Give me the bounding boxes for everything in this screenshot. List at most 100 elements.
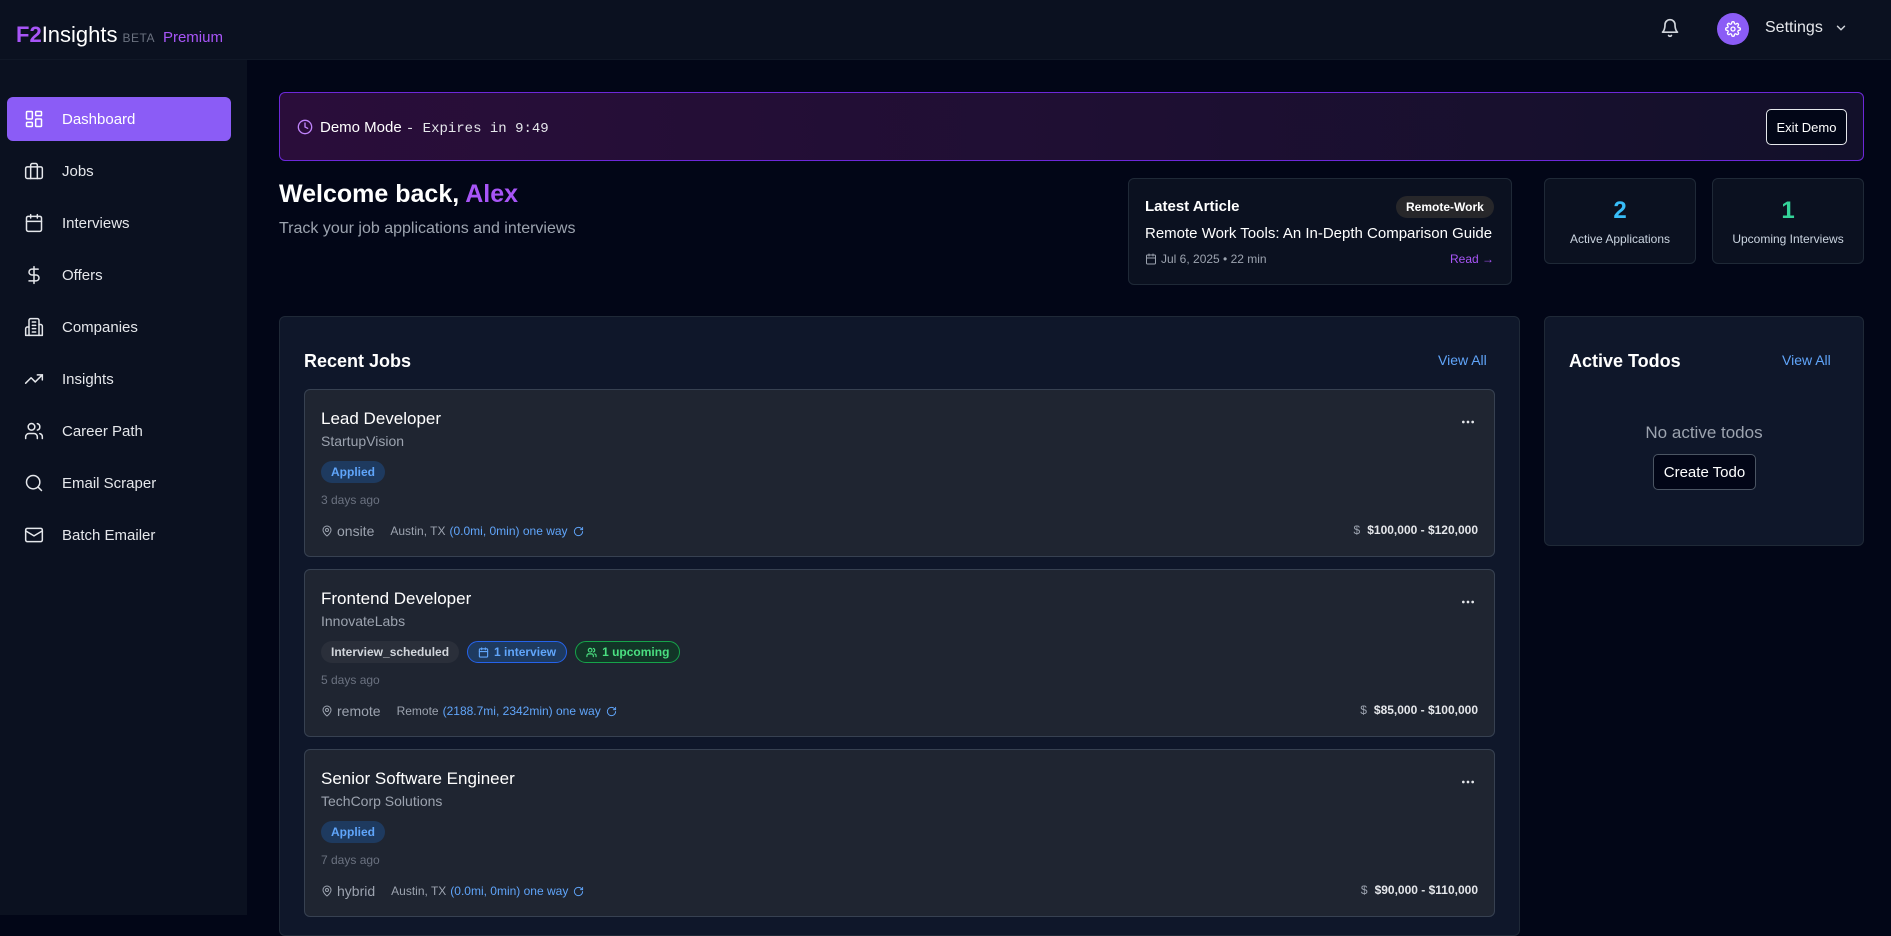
sidebar-item-career-path[interactable]: Career Path xyxy=(7,409,231,453)
status-badge: Interview_scheduled xyxy=(321,641,460,663)
stat-upcoming-interviews[interactable]: 1 Upcoming Interviews xyxy=(1712,178,1864,264)
location-text: Austin, TX xyxy=(391,884,447,898)
top-bar: F2 Insights BETA Premium Settings xyxy=(0,0,1891,60)
status-badge: Applied xyxy=(321,461,385,483)
job-card[interactable]: Frontend Developer InnovateLabs Intervie… xyxy=(304,569,1495,737)
job-title[interactable]: Lead Developer xyxy=(321,409,441,429)
recent-jobs-panel: Recent Jobs View All Lead Developer Star… xyxy=(279,316,1520,936)
job-location: remote Remote (2188.7mi, 2342min) one wa… xyxy=(321,703,621,719)
premium-badge: Premium xyxy=(162,29,223,46)
salary-range: $90,000 - $110,000 xyxy=(1374,883,1478,897)
article-title[interactable]: Remote Work Tools: An In-Depth Compariso… xyxy=(1145,225,1492,242)
job-badges: Applied xyxy=(321,461,385,483)
briefcase-icon xyxy=(24,162,44,180)
sidebar-item-dashboard[interactable]: Dashboard xyxy=(7,97,231,141)
chevron-down-icon[interactable] xyxy=(1834,21,1848,35)
sidebar-item-label: Interviews xyxy=(62,214,130,232)
more-options-icon[interactable] xyxy=(1460,594,1476,610)
read-article-link[interactable]: Read → xyxy=(1450,252,1494,266)
job-salary: $ $85,000 - $100,000 xyxy=(1360,703,1478,717)
article-date: Jul 6, 2025 • 22 min xyxy=(1161,252,1267,266)
demo-banner: Demo Mode - Expires in 9:49 Exit Demo xyxy=(279,92,1864,161)
mail-icon xyxy=(24,527,44,543)
job-salary: $ $90,000 - $110,000 xyxy=(1361,883,1478,897)
stat-value: 2 xyxy=(1613,197,1627,224)
search-icon xyxy=(25,474,43,492)
job-card[interactable]: Lead Developer StartupVision Applied 3 d… xyxy=(304,389,1495,557)
beta-badge: BETA xyxy=(122,31,155,45)
sidebar-item-insights[interactable]: Insights xyxy=(7,357,231,401)
badge-label: 1 interview xyxy=(494,645,557,659)
job-location: hybrid Austin, TX (0.0mi, 0min) one way xyxy=(321,883,588,899)
job-title[interactable]: Frontend Developer xyxy=(321,589,471,609)
active-todos-title: Active Todos xyxy=(1569,351,1681,371)
settings-label[interactable]: Settings xyxy=(1765,19,1823,37)
demo-text: Demo Mode - Expires in 9:49 xyxy=(320,119,549,137)
sidebar-item-email-scraper[interactable]: Email Scraper xyxy=(7,461,231,505)
sidebar-item-batch-emailer[interactable]: Batch Emailer xyxy=(7,513,231,557)
commute-distance[interactable]: (2188.7mi, 2342min) one way xyxy=(443,704,601,718)
work-mode: hybrid xyxy=(337,883,376,899)
empty-state-text: No active todos xyxy=(1645,423,1763,442)
avatar[interactable] xyxy=(1717,13,1749,45)
job-company: InnovateLabs xyxy=(321,613,406,629)
page-title: Welcome back, Alex xyxy=(279,180,518,209)
refresh-icon[interactable] xyxy=(606,706,617,717)
active-todos-panel: Active Todos View All No active todos Cr… xyxy=(1544,316,1864,546)
article-meta: Jul 6, 2025 • 22 min xyxy=(1145,252,1267,266)
exit-demo-button[interactable]: Exit Demo xyxy=(1766,109,1847,145)
more-options-icon[interactable] xyxy=(1460,414,1476,430)
latest-article-card[interactable]: Latest Article Remote-Work Remote Work T… xyxy=(1128,178,1512,285)
job-badges: Applied xyxy=(321,821,385,843)
view-all-jobs-link[interactable]: View All xyxy=(1438,352,1487,368)
location-text: Remote xyxy=(396,704,439,718)
job-title[interactable]: Senior Software Engineer xyxy=(321,769,515,789)
sidebar-item-label: Dashboard xyxy=(62,110,136,128)
dollar-icon xyxy=(28,265,40,285)
sidebar-item-label: Email Scraper xyxy=(62,474,157,492)
more-options-icon[interactable] xyxy=(1460,774,1476,790)
create-todo-button[interactable]: Create Todo xyxy=(1653,454,1756,490)
upcoming-badge: 1 upcoming xyxy=(575,641,681,663)
view-all-todos-link[interactable]: View All xyxy=(1782,352,1831,368)
user-name: Alex xyxy=(465,180,519,208)
sidebar: Dashboard Jobs Interviews Offers Compani… xyxy=(0,60,247,915)
calendar-icon xyxy=(478,646,489,658)
sidebar-item-label: Insights xyxy=(62,370,114,388)
badge-label: 1 upcoming xyxy=(602,645,670,659)
sidebar-item-jobs[interactable]: Jobs xyxy=(7,149,231,193)
work-mode: onsite xyxy=(337,523,375,539)
job-card[interactable]: Senior Software Engineer TechCorp Soluti… xyxy=(304,749,1495,917)
logo[interactable]: F2 Insights BETA Premium xyxy=(16,22,223,48)
sidebar-item-interviews[interactable]: Interviews xyxy=(7,201,231,245)
demo-expires: - Expires in 9:49 xyxy=(405,121,549,137)
map-pin-icon xyxy=(322,525,332,537)
welcome-prefix: Welcome back, xyxy=(279,180,466,208)
article-tag: Remote-Work xyxy=(1396,196,1494,218)
commute-distance[interactable]: (0.0mi, 0min) one way xyxy=(450,524,568,538)
commute-distance[interactable]: (0.0mi, 0min) one way xyxy=(450,884,568,898)
sidebar-item-offers[interactable]: Offers xyxy=(7,253,231,297)
stat-label: Upcoming Interviews xyxy=(1732,232,1844,246)
sidebar-item-label: Offers xyxy=(62,266,103,284)
article-label: Latest Article xyxy=(1145,198,1240,215)
sidebar-item-label: Batch Emailer xyxy=(62,526,156,544)
interview-count-badge: 1 interview xyxy=(467,641,568,663)
job-date: 5 days ago xyxy=(321,673,380,687)
job-company: TechCorp Solutions xyxy=(321,793,443,809)
map-pin-icon xyxy=(322,885,332,897)
users-icon xyxy=(24,422,44,440)
sidebar-item-companies[interactable]: Companies xyxy=(7,305,231,349)
job-salary: $ $100,000 - $120,000 xyxy=(1354,523,1478,537)
refresh-icon[interactable] xyxy=(573,886,584,897)
refresh-icon[interactable] xyxy=(573,526,584,537)
dashboard-icon xyxy=(25,110,43,128)
stat-active-applications[interactable]: 2 Active Applications xyxy=(1544,178,1696,264)
job-date: 7 days ago xyxy=(321,853,380,867)
status-badge: Applied xyxy=(321,821,385,843)
dollar-icon: $ xyxy=(1353,523,1361,537)
recent-jobs-title: Recent Jobs xyxy=(304,351,412,371)
bell-icon[interactable] xyxy=(1660,18,1680,38)
logo-f2: F2 xyxy=(16,22,42,47)
users-icon xyxy=(586,647,597,657)
